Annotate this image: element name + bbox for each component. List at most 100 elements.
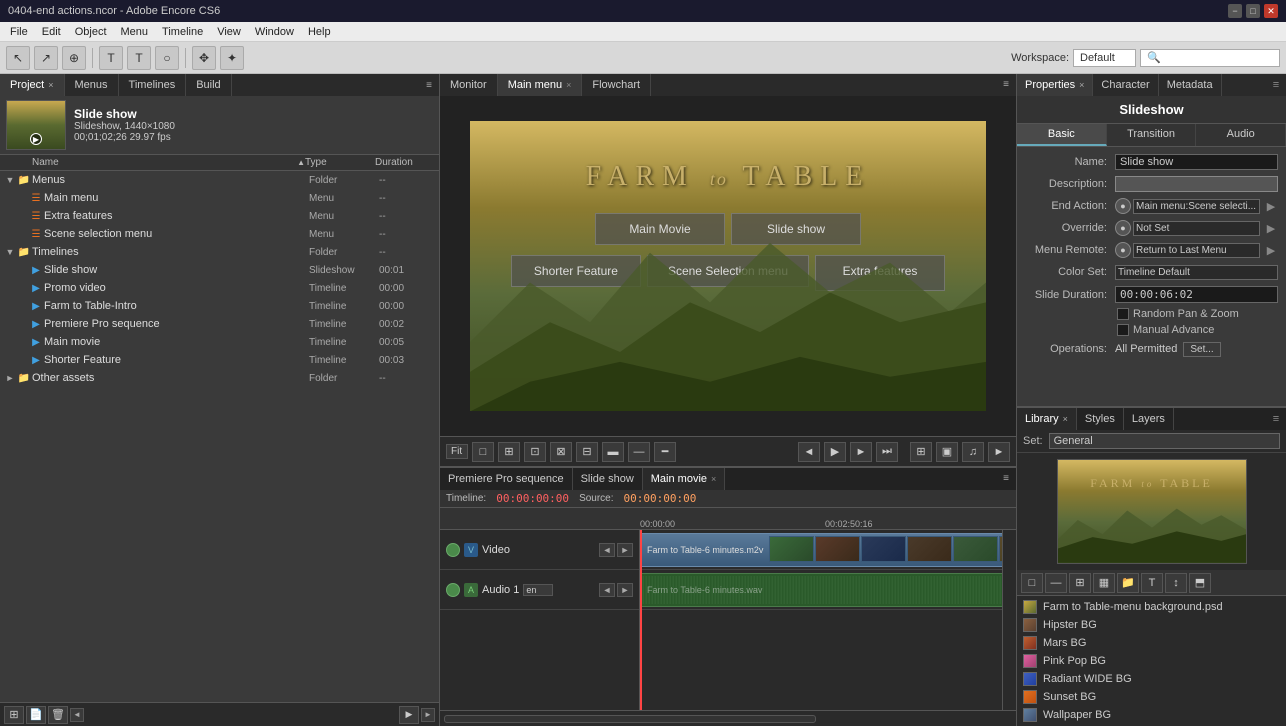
tool-shape[interactable]: ○ xyxy=(155,46,179,70)
set-button[interactable]: Set... xyxy=(1183,342,1220,357)
tool-move[interactable]: ✥ xyxy=(192,46,216,70)
checkbox-manual-advance[interactable] xyxy=(1117,324,1129,336)
tree-row-main-menu[interactable]: ☰ Main menu Menu -- xyxy=(0,189,439,207)
tab-main-movie-tl[interactable]: Main movie × xyxy=(643,468,726,490)
lib-set-dropdown[interactable]: General xyxy=(1049,433,1280,449)
preview-tool-5[interactable]: ⊟ xyxy=(576,442,598,462)
menu-timeline[interactable]: Timeline xyxy=(156,25,209,39)
audio-lang-select[interactable]: en xyxy=(523,584,553,596)
expand-other-assets[interactable]: ► xyxy=(4,373,16,383)
menu-help[interactable]: Help xyxy=(302,25,337,39)
tab-main-menu-close[interactable]: × xyxy=(566,80,571,90)
tool-vertical-text[interactable]: T xyxy=(127,46,151,70)
prop-value-description[interactable] xyxy=(1115,176,1278,192)
tab-project-close[interactable]: × xyxy=(48,80,53,90)
tree-row-other-assets[interactable]: ► 📁 Other assets Folder -- xyxy=(0,369,439,387)
tab-main-movie-close[interactable]: × xyxy=(711,474,716,484)
lib-panel-menu[interactable]: ≡ xyxy=(1266,408,1286,430)
prop-value-name[interactable] xyxy=(1115,154,1278,170)
tool-direct-select[interactable]: ↗ xyxy=(34,46,58,70)
preview-tool-7[interactable]: — xyxy=(628,442,650,462)
tool-encore[interactable]: ✦ xyxy=(220,46,244,70)
lib-tool-8[interactable]: ⬒ xyxy=(1189,573,1211,593)
preview-nav-end[interactable]: ⏭ xyxy=(876,442,898,462)
timeline-panel-menu[interactable]: ≡ xyxy=(996,468,1016,488)
end-action-dropdown[interactable]: Main menu:Scene selecti... xyxy=(1133,199,1260,214)
lib-tool-1[interactable]: □ xyxy=(1021,573,1043,593)
tab-library[interactable]: Library × xyxy=(1017,408,1077,430)
preview-more[interactable]: ► xyxy=(988,442,1010,462)
preview-audio[interactable]: ♫ xyxy=(962,442,984,462)
workspace-dropdown[interactable]: Default xyxy=(1073,49,1136,67)
video-clip[interactable]: Farm to Table-6 minutes.m2v xyxy=(640,533,1002,567)
maximize-button[interactable]: □ xyxy=(1246,4,1260,18)
tool-zoom[interactable]: ⊕ xyxy=(62,46,86,70)
tab-timelines[interactable]: Timelines xyxy=(119,74,187,96)
tab-layers[interactable]: Layers xyxy=(1124,408,1174,430)
video-left-btn[interactable]: ◄ xyxy=(599,543,615,557)
preview-tool-6[interactable]: ▬ xyxy=(602,442,624,462)
preview-nav-prev[interactable]: ◄ xyxy=(798,442,820,462)
video-right-btn[interactable]: ► xyxy=(617,543,633,557)
audio-track-enable[interactable] xyxy=(446,583,460,597)
center-panel-menu[interactable]: ≡ xyxy=(996,74,1016,94)
preview-nav-play[interactable]: ▶ xyxy=(824,442,846,462)
proj-delete-btn[interactable]: 🗑 xyxy=(48,706,68,724)
menu-object[interactable]: Object xyxy=(69,25,113,39)
tree-row-main-movie[interactable]: ▶ Main movie Timeline 00:05 xyxy=(0,333,439,351)
preview-tool-8[interactable]: ━ xyxy=(654,442,676,462)
tab-build[interactable]: Build xyxy=(186,74,231,96)
tree-row-farm-intro[interactable]: ▶ Farm to Table-Intro Timeline 00:00 xyxy=(0,297,439,315)
preview-tool-2[interactable]: ⊞ xyxy=(498,442,520,462)
tab-premiere-pro-seq[interactable]: Premiere Pro sequence xyxy=(440,468,573,490)
lib-tool-2[interactable]: — xyxy=(1045,573,1067,593)
menu-view[interactable]: View xyxy=(211,25,247,39)
proj-new-btn[interactable]: 📄 xyxy=(26,706,46,724)
lib-tool-4[interactable]: ▦ xyxy=(1093,573,1115,593)
tree-row-scene-selection[interactable]: ☰ Scene selection menu Menu -- xyxy=(0,225,439,243)
audio-right-btn[interactable]: ► xyxy=(617,583,633,597)
expand-timelines[interactable]: ▼ xyxy=(4,247,16,257)
lib-tool-6[interactable]: T xyxy=(1141,573,1163,593)
preview-tool-1[interactable]: □ xyxy=(472,442,494,462)
tab-metadata[interactable]: Metadata xyxy=(1159,74,1222,96)
lib-item-3[interactable]: Pink Pop BG xyxy=(1023,652,1280,670)
proj-filter-btn[interactable]: ⊞ xyxy=(4,706,24,724)
tree-row-premiere-seq[interactable]: ▶ Premiere Pro sequence Timeline 00:02 xyxy=(0,315,439,333)
tree-row-slide-show[interactable]: ▶ Slide show Slideshow 00:01 xyxy=(0,261,439,279)
menu-remote-dropdown[interactable]: Return to Last Menu xyxy=(1133,243,1260,258)
tab-flowchart[interactable]: Flowchart xyxy=(582,74,651,96)
lib-item-4[interactable]: Radiant WIDE BG xyxy=(1023,670,1280,688)
preview-tool-3[interactable]: ⊡ xyxy=(524,442,546,462)
tree-row-shorter-feature[interactable]: ▶ Shorter Feature Timeline 00:03 xyxy=(0,351,439,369)
audio-left-btn[interactable]: ◄ xyxy=(599,583,615,597)
tool-select[interactable]: ↖ xyxy=(6,46,30,70)
preview-nav-next[interactable]: ► xyxy=(850,442,872,462)
lib-item-5[interactable]: Sunset BG xyxy=(1023,688,1280,706)
checkbox-random-pan[interactable] xyxy=(1117,308,1129,320)
tab-menus[interactable]: Menus xyxy=(65,74,119,96)
lib-tool-7[interactable]: ↕ xyxy=(1165,573,1187,593)
lib-tool-3[interactable]: ⊞ xyxy=(1069,573,1091,593)
tab-properties-close[interactable]: × xyxy=(1079,80,1084,90)
subtab-transition[interactable]: Transition xyxy=(1107,124,1197,146)
lib-item-2[interactable]: Mars BG xyxy=(1023,634,1280,652)
override-dropdown[interactable]: Not Set xyxy=(1133,221,1260,236)
panel-menu-button[interactable]: ≡ xyxy=(419,75,439,95)
right-panel-menu[interactable]: ≡ xyxy=(1266,74,1286,96)
audio-clip[interactable]: Farm to Table-6 minutes.wav xyxy=(640,573,1002,607)
color-set-dropdown[interactable]: Timeline Default xyxy=(1115,265,1278,280)
minimize-button[interactable]: − xyxy=(1228,4,1242,18)
tab-main-menu[interactable]: Main menu × xyxy=(498,74,583,96)
lib-item-0[interactable]: Farm to Table-menu background.psd xyxy=(1023,598,1280,616)
menu-edit[interactable]: Edit xyxy=(36,25,67,39)
tab-library-close[interactable]: × xyxy=(1063,414,1068,424)
tree-row-promo-video[interactable]: ▶ Promo video Timeline 00:00 xyxy=(0,279,439,297)
menu-menu[interactable]: Menu xyxy=(115,25,155,39)
tab-monitor[interactable]: Monitor xyxy=(440,74,498,96)
tab-character[interactable]: Character xyxy=(1093,74,1158,96)
video-track-enable[interactable] xyxy=(446,543,460,557)
tab-slide-show-tl[interactable]: Slide show xyxy=(573,468,643,490)
proj-play-btn[interactable]: ▶ xyxy=(399,706,419,724)
close-button[interactable]: ✕ xyxy=(1264,4,1278,18)
